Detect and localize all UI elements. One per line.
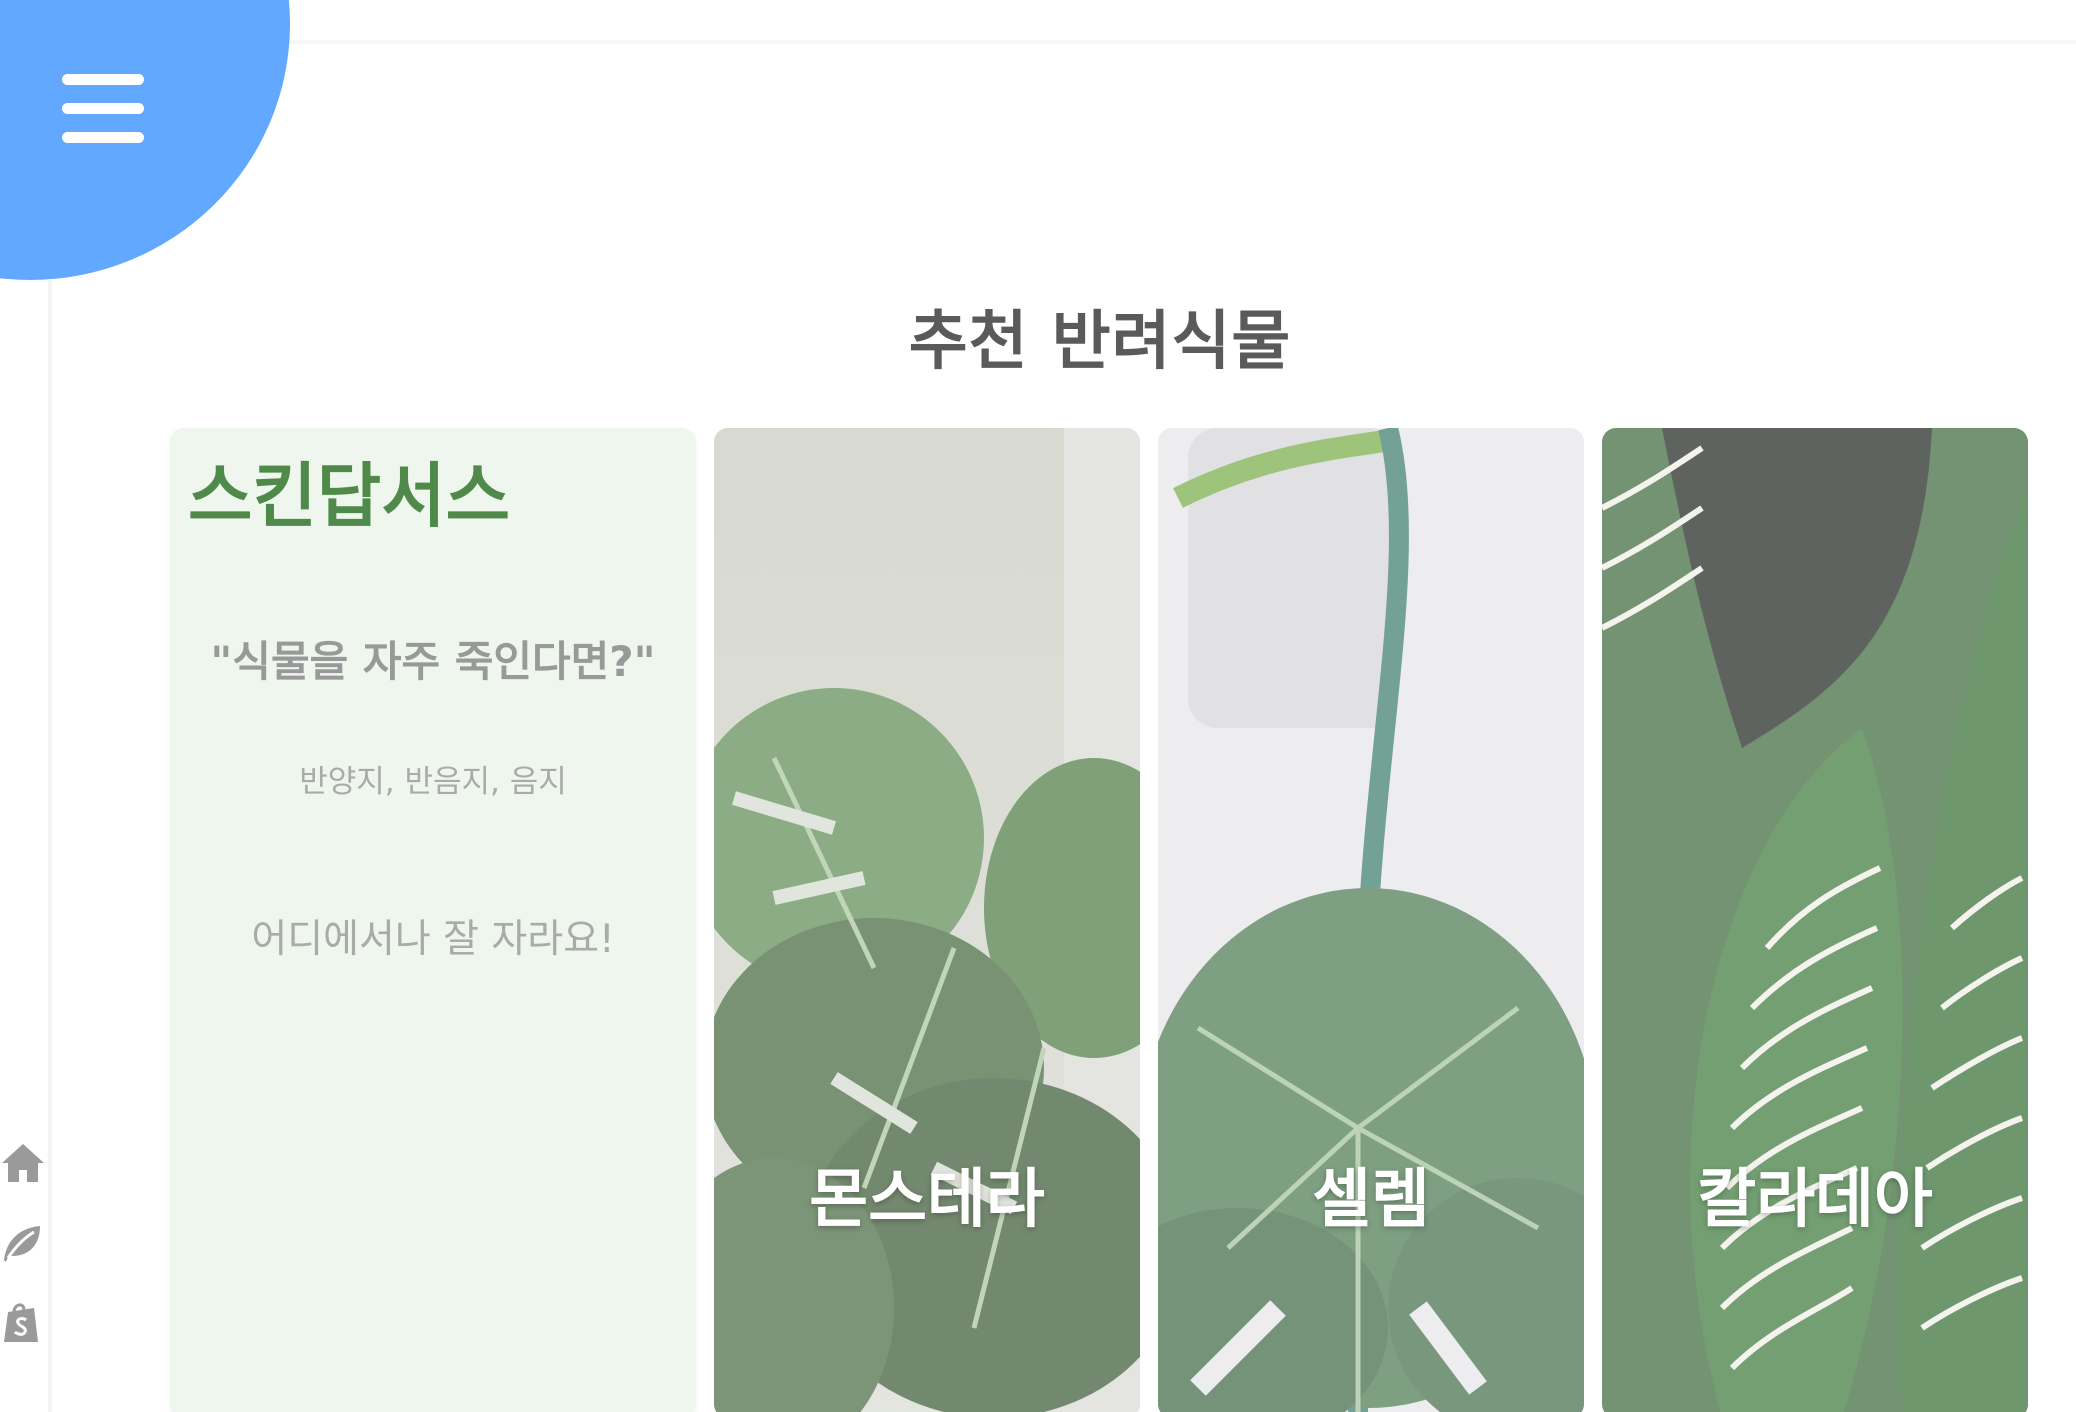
menu-line: [62, 103, 144, 114]
sidebar-divider: [48, 280, 52, 1412]
photo-overlay: [714, 428, 1140, 1412]
plant-label: 칼라데아: [1697, 1163, 1933, 1237]
plant-card-monstera[interactable]: 몬스테라: [714, 428, 1140, 1412]
section-title: 추천 반려식물: [908, 305, 1292, 379]
plant-card-calathea[interactable]: 칼라데아: [1602, 428, 2028, 1412]
hamburger-menu-icon[interactable]: [58, 72, 146, 148]
plant-label: 몬스테라: [809, 1163, 1045, 1237]
plant-card-selloum[interactable]: 셀렘: [1158, 428, 1584, 1412]
home-icon[interactable]: [0, 1140, 46, 1186]
featured-plant-description: 어디에서나 잘 자라요!: [251, 917, 615, 962]
featured-plant-question: "식물을 자주 죽인다면?": [210, 637, 656, 686]
featured-plant-card[interactable]: 스킨답서스 "식물을 자주 죽인다면?" 반양지, 반음지, 음지 어디에서나 …: [170, 428, 696, 1412]
page: 추천 반려식물 스킨답서스 "식물을 자주 죽인다면?" 반양지, 반음지, 음…: [0, 0, 2076, 1412]
plant-label: 셀렘: [1312, 1163, 1430, 1237]
shopify-bag-icon[interactable]: [0, 1300, 46, 1346]
menu-line: [62, 74, 144, 85]
leaf-icon[interactable]: [0, 1220, 46, 1266]
photo-overlay: [1602, 428, 2028, 1412]
photo-overlay: [1158, 428, 1584, 1412]
featured-plant-light: 반양지, 반음지, 음지: [299, 764, 567, 800]
menu-line: [62, 132, 144, 143]
header-divider: [0, 40, 2076, 44]
featured-plant-name: 스킨답서스: [188, 455, 510, 537]
